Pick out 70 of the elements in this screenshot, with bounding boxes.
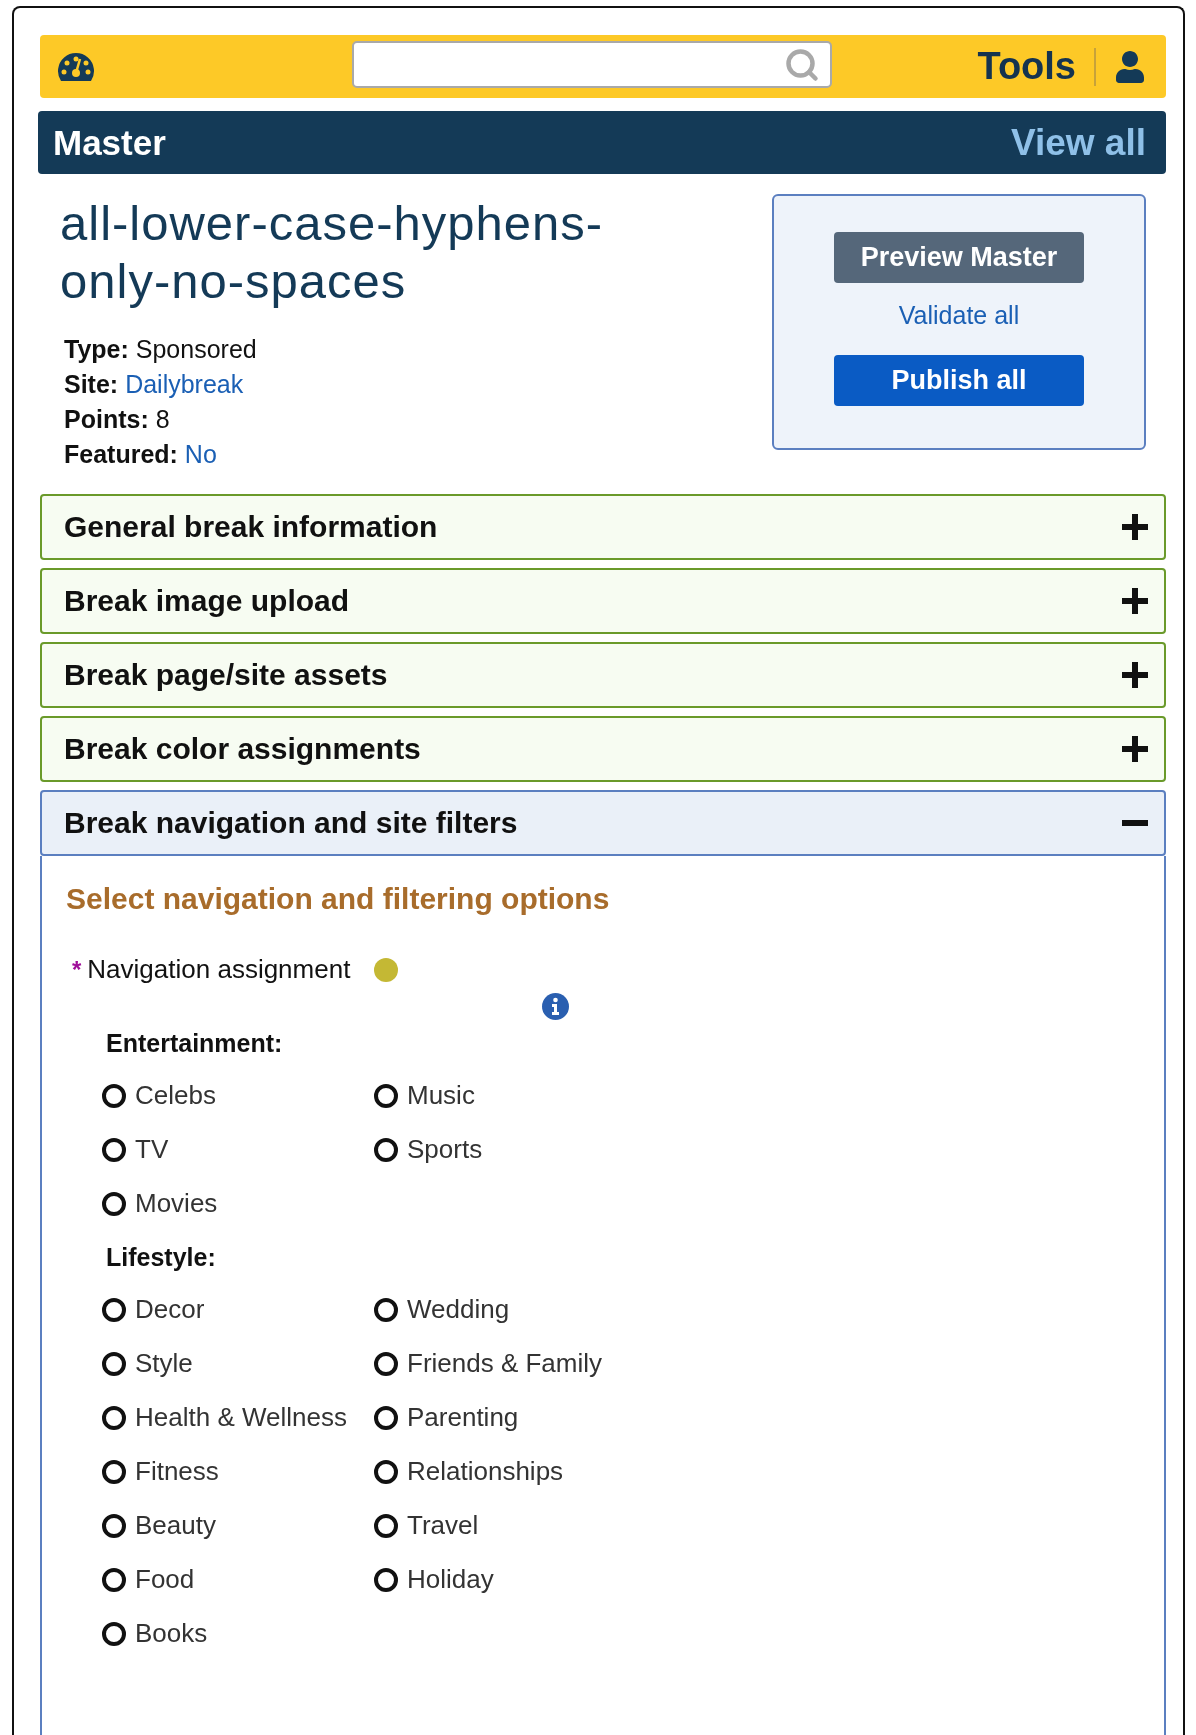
- radio-icon[interactable]: [374, 1513, 398, 1538]
- radio-option[interactable]: Health & Wellness: [102, 1400, 374, 1435]
- search-field[interactable]: [352, 41, 832, 88]
- panel-heading: Select navigation and filtering options: [66, 882, 611, 916]
- radio-icon[interactable]: [102, 1621, 126, 1646]
- radio-option[interactable]: Style: [102, 1346, 374, 1381]
- item-title: all-lower-case-hyphens- only-no-spaces: [59, 195, 604, 310]
- user-icon[interactable]: [1114, 50, 1146, 83]
- accordion-header[interactable]: Break page/site assets: [40, 642, 1166, 708]
- meta-label: Type:: [64, 335, 129, 363]
- meta-value: Sponsored: [135, 335, 257, 363]
- preview-button[interactable]: Preview Master: [834, 232, 1084, 283]
- radio-icon[interactable]: [102, 1459, 126, 1484]
- radio-icon[interactable]: [374, 1459, 398, 1484]
- field-label: Navigation assignment: [87, 954, 351, 985]
- group-title: Entertainment:: [106, 1029, 284, 1058]
- radio-option[interactable]: Celebs: [102, 1078, 374, 1113]
- radio-option[interactable]: Friends & Family: [374, 1346, 634, 1381]
- section-title: Master: [53, 122, 166, 163]
- validate-link[interactable]: Validate all: [898, 301, 1020, 330]
- meta-label: Site:: [64, 370, 119, 398]
- status-dot-icon: [374, 957, 399, 982]
- accordion-header[interactable]: General break information: [40, 494, 1166, 560]
- meta-label: Points:: [64, 405, 149, 433]
- radio-option[interactable]: Fitness: [102, 1454, 374, 1489]
- radio-icon[interactable]: [374, 1567, 398, 1592]
- accordion-header[interactable]: Break color assignments: [40, 716, 1166, 782]
- accordion-header[interactable]: Break image upload: [40, 568, 1166, 634]
- radio-icon[interactable]: [374, 1405, 398, 1430]
- radio-icon[interactable]: [102, 1297, 126, 1322]
- group-title: Lifestyle:: [106, 1243, 217, 1272]
- radio-option[interactable]: Sports: [374, 1132, 634, 1167]
- accordion-header[interactable]: Break navigation and site filters: [40, 790, 1166, 856]
- publish-button[interactable]: Publish all: [834, 355, 1084, 406]
- radio-option[interactable]: Travel: [374, 1508, 634, 1543]
- required-mark: *: [72, 955, 82, 984]
- radio-option[interactable]: Beauty: [102, 1508, 374, 1543]
- radio-icon[interactable]: [102, 1405, 126, 1430]
- radio-option[interactable]: Books: [102, 1616, 374, 1651]
- radio-option[interactable]: Parenting: [374, 1400, 634, 1435]
- radio-icon[interactable]: [102, 1351, 126, 1376]
- radio-option[interactable]: Wedding: [374, 1292, 634, 1327]
- radio-icon[interactable]: [102, 1083, 126, 1108]
- meta-value: 8: [155, 405, 170, 433]
- radio-option[interactable]: Decor: [102, 1292, 374, 1327]
- radio-icon[interactable]: [374, 1297, 398, 1322]
- meta-label: Featured:: [64, 440, 178, 468]
- meta-link[interactable]: No: [184, 440, 217, 468]
- info-icon[interactable]: [542, 993, 569, 1020]
- tools-label[interactable]: Tools: [977, 45, 1076, 88]
- radio-icon[interactable]: [102, 1191, 126, 1216]
- radio-option[interactable]: TV: [102, 1132, 374, 1167]
- radio-icon[interactable]: [374, 1083, 398, 1108]
- plus-icon[interactable]: [1122, 736, 1148, 762]
- radio-icon[interactable]: [102, 1137, 126, 1162]
- radio-option[interactable]: Food: [102, 1562, 374, 1597]
- plus-icon[interactable]: [1122, 588, 1148, 614]
- meta-link[interactable]: Dailybreak: [125, 370, 244, 398]
- radio-option[interactable]: Movies: [102, 1186, 374, 1221]
- radio-option[interactable]: Relationships: [374, 1454, 634, 1489]
- view-all-link[interactable]: View all: [1010, 121, 1146, 164]
- radio-icon[interactable]: [102, 1567, 126, 1592]
- radio-option[interactable]: Music: [374, 1078, 634, 1113]
- dashboard-gauge-icon[interactable]: [56, 50, 96, 83]
- radio-icon[interactable]: [374, 1137, 398, 1162]
- plus-icon[interactable]: [1122, 662, 1148, 688]
- plus-icon[interactable]: [1122, 514, 1148, 540]
- radio-option[interactable]: Holiday: [374, 1562, 634, 1597]
- radio-icon[interactable]: [374, 1351, 398, 1376]
- radio-icon[interactable]: [102, 1513, 126, 1538]
